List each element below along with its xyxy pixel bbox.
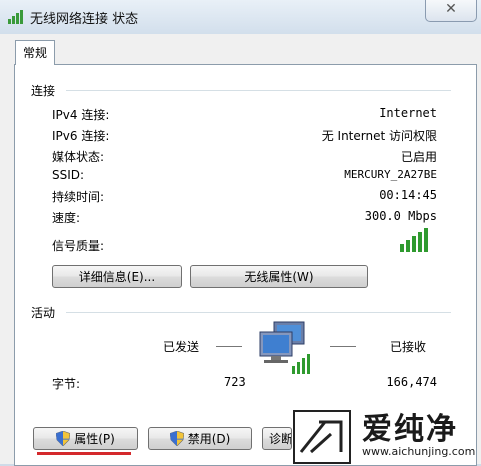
title-bar: 无线网络连接 状态 ✕ <box>0 0 481 34</box>
sent-dash <box>216 346 242 347</box>
signal-strength-icon <box>400 228 428 252</box>
watermark-logo <box>293 410 351 464</box>
media-state-value: 已启用 <box>400 150 437 164</box>
uac-shield-icon <box>56 431 71 446</box>
watermark-brand: 爱纯净 <box>362 412 458 447</box>
disable-button[interactable]: 禁用(D) <box>148 427 252 450</box>
ipv4-label: IPv4 连接: <box>52 108 110 122</box>
activity-heading: 活动 <box>31 306 56 320</box>
close-button[interactable]: ✕ <box>425 0 477 22</box>
wireless-properties-button[interactable]: 无线属性(W) <box>190 265 368 288</box>
duration-value: 00:14:45 <box>379 188 437 202</box>
bytes-received-value: 166,474 <box>386 375 437 389</box>
received-label: 已接收 <box>390 340 427 354</box>
diagnose-button-label: 诊断(G) <box>269 432 292 446</box>
uac-shield-icon <box>169 431 184 446</box>
bytes-label: 字节: <box>52 377 81 391</box>
sent-label: 已发送 <box>163 340 200 354</box>
network-computers-icon <box>259 321 310 374</box>
watermark-logo-icon <box>299 420 343 454</box>
details-button[interactable]: 详细信息(E)... <box>52 265 182 288</box>
highlight-underline <box>37 452 131 455</box>
connection-divider <box>66 90 451 91</box>
diagnose-button[interactable]: 诊断(G) <box>262 427 292 450</box>
bytes-sent-value: 723 <box>224 375 246 389</box>
properties-button-label: 属性(P) <box>74 432 115 446</box>
properties-button[interactable]: 属性(P) <box>33 427 138 450</box>
disable-button-label: 禁用(D) <box>187 432 231 446</box>
activity-divider <box>66 312 451 313</box>
connection-heading: 连接 <box>31 84 56 98</box>
window-title: 无线网络连接 状态 <box>30 12 139 27</box>
ssid-label: SSID: <box>52 168 85 182</box>
tab-general[interactable]: 常规 <box>15 40 55 65</box>
received-dash <box>330 346 356 347</box>
signal-quality-label: 信号质量: <box>52 239 105 253</box>
watermark-url: www.aichunjing.com <box>362 445 476 458</box>
speed-value: 300.0 Mbps <box>364 209 437 223</box>
ssid-value: MERCURY_2A27BE <box>344 168 437 181</box>
ipv6-value: 无 Internet 访问权限 <box>321 129 437 143</box>
close-icon: ✕ <box>445 1 457 17</box>
duration-label: 持续时间: <box>52 190 105 204</box>
media-state-label: 媒体状态: <box>52 150 105 164</box>
ipv4-value: Internet <box>379 106 437 120</box>
wireless-signal-icon <box>8 10 23 24</box>
ipv6-label: IPv6 连接: <box>52 129 110 143</box>
speed-label: 速度: <box>52 211 81 225</box>
